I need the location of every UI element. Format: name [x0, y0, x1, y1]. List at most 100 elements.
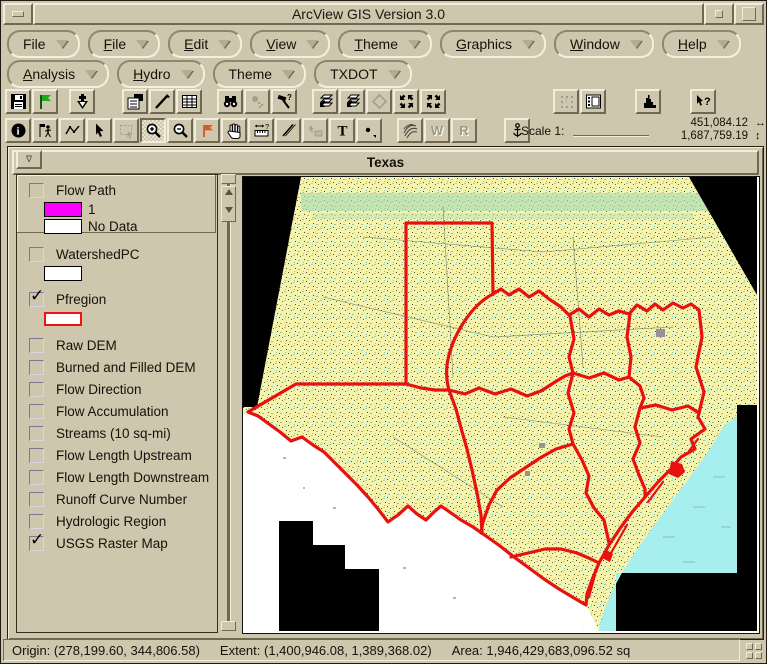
histogram-button[interactable] — [635, 89, 661, 114]
hammer-question-icon: ? — [276, 93, 293, 110]
view-title-bar[interactable]: Texas — [12, 150, 759, 175]
toc-item-raw-dem[interactable]: Raw DEM — [17, 334, 217, 356]
theme-checkbox[interactable] — [29, 470, 44, 485]
view-window-menu-button[interactable]: ∇ — [16, 150, 42, 169]
toc-item-streams[interactable]: Streams (10 sq-mi) — [17, 422, 217, 444]
scale-input[interactable] — [573, 134, 649, 136]
theme-properties-button[interactable] — [122, 89, 148, 114]
toc-item-usgs-raster[interactable]: USGS Raster Map — [17, 532, 217, 554]
svg-text:?: ? — [704, 96, 711, 108]
toc-item-watershedpc[interactable]: WatershedPC — [17, 243, 217, 265]
scroll-down-icon[interactable] — [225, 207, 233, 213]
zoom-in-button[interactable] — [393, 89, 419, 114]
menu-file-1[interactable]: File — [7, 30, 80, 58]
zoom-selected-button[interactable] — [366, 89, 392, 114]
theme-checkbox[interactable] — [29, 247, 44, 262]
zoom-in-tool[interactable] — [140, 118, 166, 143]
status-bar: Origin: (278,199.60, 344,806.58) Extent:… — [3, 639, 740, 661]
contour-tool[interactable] — [397, 118, 423, 143]
menu-window[interactable]: Window — [554, 30, 654, 58]
menu-edit[interactable]: Edit — [168, 30, 242, 58]
zoom-out-button[interactable] — [420, 89, 446, 114]
maximize-icon — [742, 7, 756, 21]
toc-item-pfregion[interactable]: Pfregion — [17, 288, 217, 310]
open-table-button[interactable] — [176, 89, 202, 114]
toc-item-runoff-curve[interactable]: Runoff Curve Number — [17, 488, 217, 510]
menu-bar-main: File File Edit View Theme Graphics Windo… — [7, 30, 741, 58]
theme-checkbox[interactable] — [29, 514, 44, 529]
map-canvas[interactable] — [242, 176, 760, 634]
scroll-up-icon[interactable] — [225, 189, 233, 195]
menu-help[interactable]: Help — [662, 30, 741, 58]
zoom-full-extent-button[interactable] — [312, 89, 338, 114]
theme-checkbox[interactable] — [29, 404, 44, 419]
save-button[interactable] — [5, 89, 31, 114]
menu-hydro[interactable]: Hydro — [117, 60, 204, 88]
toc-sash[interactable] — [220, 174, 236, 631]
toc-item-burned-dem[interactable]: Burned and Filled DEM — [17, 356, 217, 378]
theme-checkbox[interactable] — [29, 292, 44, 307]
toc-item-hydrologic-region[interactable]: Hydrologic Region — [17, 510, 217, 532]
find-button[interactable] — [217, 89, 243, 114]
layout-button[interactable] — [580, 89, 606, 114]
toc-item-flow-length-downstream[interactable]: Flow Length Downstream — [17, 466, 217, 488]
point-tool[interactable] — [356, 118, 382, 143]
sash-handle-top[interactable] — [221, 174, 236, 184]
menu-txdot[interactable]: TXDOT — [314, 60, 411, 88]
toc-item-flow-length-upstream[interactable]: Flow Length Upstream — [17, 444, 217, 466]
toc-item-flow-accumulation[interactable]: Flow Accumulation — [17, 400, 217, 422]
minimize-button[interactable] — [704, 3, 734, 25]
add-theme-icon — [74, 93, 91, 110]
label-tool[interactable] — [302, 118, 328, 143]
draw-line-tool[interactable] — [275, 118, 301, 143]
toc-item-flow-direction[interactable]: Flow Direction — [17, 378, 217, 400]
maximize-button[interactable] — [734, 3, 764, 25]
zoom-active-theme-button[interactable] — [339, 89, 365, 114]
menu-arrow-icon — [181, 70, 193, 78]
menu-analysis[interactable]: Analysis — [7, 60, 109, 88]
add-theme-button[interactable] — [69, 89, 95, 114]
menu-view[interactable]: View — [250, 30, 330, 58]
theme-checkbox[interactable] — [29, 382, 44, 397]
text-tool[interactable]: T — [329, 118, 355, 143]
build-button[interactable]: ? — [271, 89, 297, 114]
zoom-out-tool[interactable] — [167, 118, 193, 143]
x-arrow-icon: ↔ — [755, 117, 766, 130]
flag-tool[interactable] — [194, 118, 220, 143]
menu-theme-2[interactable]: Theme — [213, 60, 307, 88]
pan-tool[interactable] — [221, 118, 247, 143]
window-menu-button[interactable] — [3, 3, 33, 25]
theme-checkbox[interactable] — [29, 426, 44, 441]
menu-file-2[interactable]: File — [88, 30, 161, 58]
save-icon — [10, 93, 27, 110]
theme-checkbox[interactable] — [29, 536, 44, 551]
title-bar-center[interactable]: ArcView GIS Version 3.0 — [33, 3, 704, 25]
theme-checkbox[interactable] — [29, 338, 44, 353]
toc-item-flow-path[interactable]: Flow Path — [17, 179, 217, 201]
sash-handle-bottom[interactable] — [221, 621, 236, 631]
go-flag-button[interactable] — [32, 89, 58, 114]
find-icon — [222, 93, 239, 110]
theme-checkbox[interactable] — [29, 448, 44, 463]
theme-checkbox[interactable] — [29, 183, 44, 198]
select-box-tool[interactable] — [113, 118, 139, 143]
vertex-edit-tool[interactable] — [59, 118, 85, 143]
status-area: Area: 1,946,429,683,096.52 sq — [452, 643, 631, 658]
menu-theme[interactable]: Theme — [338, 30, 432, 58]
theme-checkbox[interactable] — [29, 360, 44, 375]
query-builder-button[interactable] — [244, 89, 270, 114]
pointer-tool[interactable] — [86, 118, 112, 143]
edit-legend-button[interactable] — [149, 89, 175, 114]
menu-graphics[interactable]: Graphics — [440, 30, 546, 58]
r-tool[interactable]: R — [451, 118, 477, 143]
hotlink-tool[interactable] — [32, 118, 58, 143]
theme-checkbox[interactable] — [29, 492, 44, 507]
w-tool[interactable]: W — [424, 118, 450, 143]
pfregion-swatch — [44, 312, 82, 326]
resize-grip[interactable] — [744, 641, 764, 661]
identify-tool[interactable]: i — [5, 118, 31, 143]
measure-tool[interactable]: ? — [248, 118, 274, 143]
help-pointer-button[interactable]: ? — [690, 89, 716, 114]
sash-arrows[interactable] — [221, 186, 236, 222]
select-features-button[interactable] — [553, 89, 579, 114]
